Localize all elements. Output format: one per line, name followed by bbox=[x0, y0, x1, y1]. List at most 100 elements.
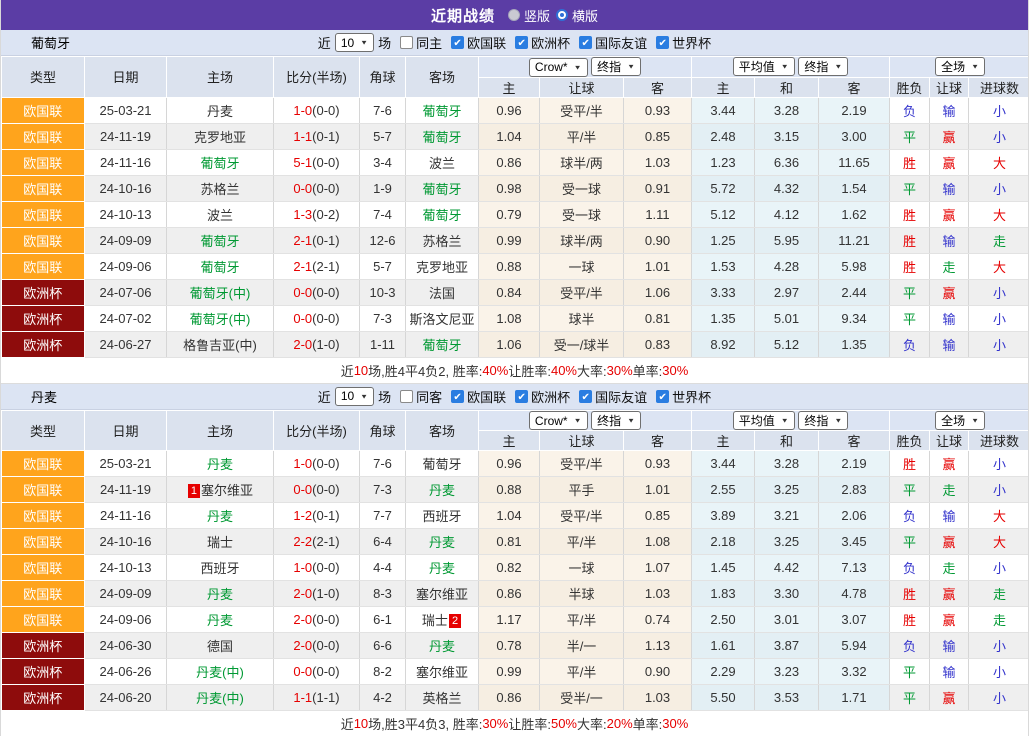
final-index-select[interactable]: 终指▼ bbox=[591, 411, 641, 430]
average-select[interactable]: 平均值▼ bbox=[733, 411, 795, 430]
table-row: 欧国联24-10-13波兰1-3(0-2)7-4葡萄牙0.79受一球1.115.… bbox=[2, 201, 1029, 227]
home-team-cell: 丹麦 bbox=[167, 503, 274, 529]
column-header: 角球 bbox=[360, 410, 406, 451]
result-cell: 平 bbox=[890, 123, 930, 149]
scope-select[interactable]: 全场▼ bbox=[935, 57, 985, 76]
avg-draw-cell: 5.12 bbox=[755, 331, 819, 357]
type-cell: 欧国联 bbox=[2, 175, 85, 201]
match-count-select[interactable]: 10▼ bbox=[335, 33, 374, 52]
scope-select-value: 全场 bbox=[941, 58, 965, 75]
odds-away-cell: 0.85 bbox=[624, 503, 692, 529]
same-venue-checkbox[interactable] bbox=[400, 36, 413, 49]
away-team-name: 葡萄牙 bbox=[422, 130, 461, 145]
avg-home-cell: 5.12 bbox=[692, 201, 755, 227]
away-team-name: 西班牙 bbox=[422, 509, 461, 524]
filter-near-label: 近 bbox=[318, 387, 331, 406]
competition-checkbox[interactable]: ✔ bbox=[579, 390, 592, 403]
filter-near-label: 近 bbox=[318, 33, 331, 52]
away-team-name: 丹麦 bbox=[429, 561, 455, 576]
date-cell: 24-11-16 bbox=[85, 503, 167, 529]
filter-games-label: 场 bbox=[378, 33, 391, 52]
date-cell: 24-06-20 bbox=[85, 685, 167, 711]
same-venue-checkbox[interactable] bbox=[400, 390, 413, 403]
competition-checkbox[interactable]: ✔ bbox=[515, 390, 528, 403]
fulltime-score: 0-0 bbox=[293, 664, 312, 679]
competition-checkbox[interactable]: ✔ bbox=[451, 36, 464, 49]
odds-away-cell: 0.90 bbox=[624, 659, 692, 685]
layout-radio-option[interactable]: 横版 bbox=[556, 6, 598, 25]
sub-column-header: 让球 bbox=[930, 77, 969, 97]
handicap-result-cell: 赢 bbox=[930, 685, 969, 711]
final-index-select[interactable]: 终指▼ bbox=[591, 57, 641, 76]
column-header: 类型 bbox=[2, 57, 85, 98]
sub-column-header: 进球数 bbox=[969, 431, 1029, 451]
fulltime-score: 2-1 bbox=[293, 259, 312, 274]
sub-column-header: 进球数 bbox=[969, 77, 1029, 97]
final-index-select[interactable]: 终指▼ bbox=[798, 57, 848, 76]
competition-checkbox[interactable]: ✔ bbox=[656, 36, 669, 49]
sub-column-header: 主 bbox=[692, 431, 755, 451]
team-section: 丹麦近10▼场同客✔欧国联✔欧洲杯✔国际友谊✔世界杯类型日期主场比分(半场)角球… bbox=[1, 384, 1028, 736]
competition-checkbox[interactable]: ✔ bbox=[656, 390, 669, 403]
summary-segment: 大率: bbox=[577, 361, 607, 380]
score-cell: 2-0(1-0) bbox=[274, 581, 360, 607]
chevron-down-icon: ▼ bbox=[781, 63, 789, 70]
corner-cell: 7-3 bbox=[360, 477, 406, 503]
away-team-name: 葡萄牙 bbox=[422, 338, 461, 353]
radio-icon[interactable] bbox=[508, 9, 520, 21]
radio-icon[interactable] bbox=[556, 9, 568, 21]
summary-segment: 近 bbox=[341, 361, 354, 380]
summary-segment: 近 bbox=[341, 714, 354, 733]
layout-radio-group: 竖版横版 bbox=[502, 6, 598, 25]
score-cell: 2-1(0-1) bbox=[274, 227, 360, 253]
handicap-result-cell: 赢 bbox=[930, 149, 969, 175]
competition-checkbox[interactable]: ✔ bbox=[451, 390, 464, 403]
type-cell: 欧国联 bbox=[2, 529, 85, 555]
competition-checkbox[interactable]: ✔ bbox=[579, 36, 592, 49]
fulltime-score: 1-0 bbox=[293, 456, 312, 471]
home-team-name: 苏格兰 bbox=[200, 182, 239, 197]
fulltime-score: 2-1 bbox=[293, 233, 312, 248]
same-venue-label: 同客 bbox=[416, 387, 442, 406]
odds-away-cell: 0.74 bbox=[624, 607, 692, 633]
odds-home-cell: 0.86 bbox=[479, 581, 540, 607]
corner-cell: 5-7 bbox=[360, 253, 406, 279]
handicap-cell: 一球 bbox=[540, 555, 624, 581]
away-team-name: 葡萄牙 bbox=[422, 208, 461, 223]
avg-draw-cell: 6.36 bbox=[755, 149, 819, 175]
match-count-select[interactable]: 10▼ bbox=[335, 387, 374, 406]
home-team-name: 葡萄牙(中) bbox=[190, 286, 251, 301]
odds-home-cell: 0.88 bbox=[479, 477, 540, 503]
column-header: 日期 bbox=[85, 57, 167, 98]
fulltime-score: 0-0 bbox=[293, 181, 312, 196]
average-select[interactable]: 平均值▼ bbox=[733, 57, 795, 76]
score-cell: 0-0(0-0) bbox=[274, 279, 360, 305]
handicap-result-cell: 输 bbox=[930, 503, 969, 529]
handicap-result-cell: 赢 bbox=[930, 123, 969, 149]
column-header: 主场 bbox=[167, 410, 274, 451]
table-row: 欧洲杯24-07-02葡萄牙(中)0-0(0-0)7-3斯洛文尼亚1.08球半0… bbox=[2, 305, 1029, 331]
average-select-value: 平均值 bbox=[739, 412, 775, 429]
odds-away-cell: 1.11 bbox=[624, 201, 692, 227]
sub-column-header: 客 bbox=[819, 431, 890, 451]
column-header: 类型 bbox=[2, 410, 85, 451]
scope-select[interactable]: 全场▼ bbox=[935, 411, 985, 430]
away-team-name: 塞尔维亚 bbox=[416, 587, 468, 602]
odds-away-cell: 1.03 bbox=[624, 149, 692, 175]
corner-cell: 10-3 bbox=[360, 279, 406, 305]
corner-cell: 7-6 bbox=[360, 97, 406, 123]
handicap-cell: 受平/半 bbox=[540, 503, 624, 529]
bookmaker-select[interactable]: Crow*▼ bbox=[529, 411, 588, 430]
odds-home-cell: 0.99 bbox=[479, 659, 540, 685]
competition-checkbox[interactable]: ✔ bbox=[515, 36, 528, 49]
avg-draw-cell: 5.01 bbox=[755, 305, 819, 331]
layout-radio-option[interactable]: 竖版 bbox=[508, 6, 550, 25]
odds-home-cell: 0.99 bbox=[479, 227, 540, 253]
final-index-select[interactable]: 终指▼ bbox=[798, 411, 848, 430]
away-team-name: 苏格兰 bbox=[422, 234, 461, 249]
bookmaker-select[interactable]: Crow*▼ bbox=[529, 58, 588, 77]
goals-result-cell: 小 bbox=[969, 279, 1029, 305]
home-team-cell: 1塞尔维亚 bbox=[167, 477, 274, 503]
home-team-name: 德国 bbox=[207, 639, 233, 654]
avg-home-cell: 3.33 bbox=[692, 279, 755, 305]
